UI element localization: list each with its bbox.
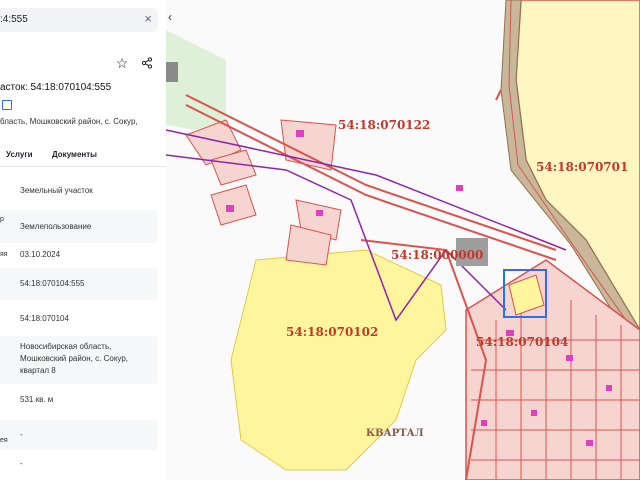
building (166, 62, 178, 82)
info-row: Новосибирская область, Мошковский район,… (0, 336, 158, 384)
map-canvas[interactable] (166, 0, 640, 480)
tab-bar: Услуги Документы (0, 150, 166, 167)
copy-icon[interactable] (2, 100, 12, 110)
map-label: 54:18:070701 (536, 160, 629, 174)
map-label: 54:18:070122 (338, 118, 431, 132)
star-icon[interactable]: ☆ (113, 54, 131, 72)
chevron-left-icon[interactable]: ‹ (168, 10, 172, 24)
share-icon[interactable] (138, 54, 156, 72)
map-label: 54:18:070102 (286, 325, 379, 339)
info-row: яя 03.10.2024 (0, 246, 158, 266)
tab-documents[interactable]: Документы (52, 150, 97, 159)
info-row: 54:18:070104:555 (0, 268, 158, 300)
map-label: 54:18:000000 (391, 248, 484, 262)
info-row: - (0, 454, 158, 476)
search-input[interactable]: :4:555 (0, 14, 28, 25)
cadastral-map[interactable]: ‹ 54:18:070122 54:18:070701 54:18:000000… (166, 0, 640, 480)
info-row: р Землепользование (0, 210, 158, 243)
map-label: КВАРТАЛ (366, 428, 424, 439)
parcels-top (185, 119, 342, 266)
tab-services[interactable]: Услуги (6, 150, 33, 159)
info-row: 54:18:070104 (0, 304, 158, 334)
parcel-address: бласть, Мошковский район, с. Сокур, (0, 117, 138, 126)
close-icon[interactable]: × (144, 11, 152, 26)
map-label: 54:18:070104 (476, 335, 569, 349)
info-row: ея - (0, 420, 158, 450)
search-box[interactable]: :4:555 × (0, 8, 158, 32)
info-row: Земельный участок (0, 176, 158, 206)
info-panel: :4:555 × ☆ асток: 54:18:070104:555 бласт… (0, 0, 167, 480)
info-row: 531 кв. м (0, 387, 158, 415)
parcel-title: асток: 54:18:070104:555 (0, 82, 112, 93)
